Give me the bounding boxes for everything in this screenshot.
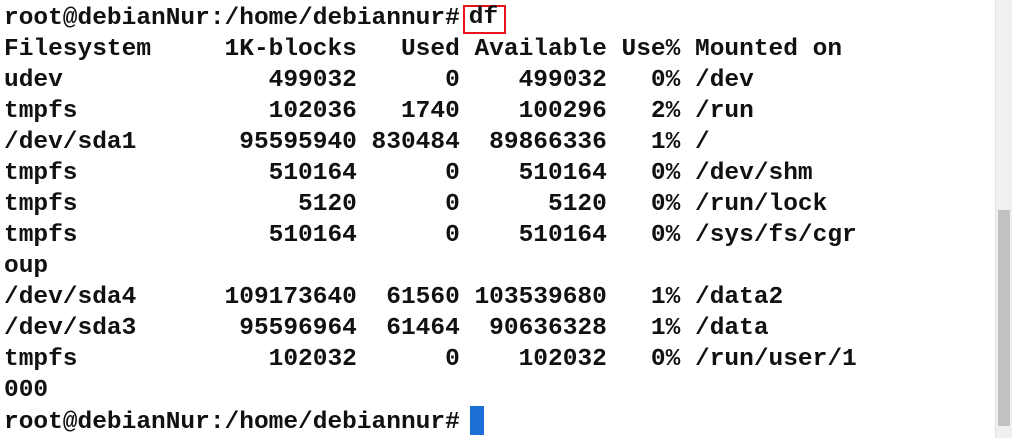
df-row: /dev/sda1 95595940 830484 89866336 1% / [4,129,710,156]
df-row: tmpfs 510164 0 510164 0% /dev/shm [4,160,813,187]
shell-prompt: root@debianNur:/home/debiannur# [4,5,460,32]
shell-prompt: root@debianNur:/home/debiannur# [4,409,460,436]
vertical-scrollbar[interactable] [995,0,1012,438]
text-cursor [469,406,484,435]
scrollbar-thumb[interactable] [998,210,1010,426]
df-row: udev 499032 0 499032 0% /dev [4,67,754,94]
df-row-wrap: oup [4,253,49,280]
df-row: /dev/sda4 109173640 61560 103539680 1% /… [4,284,784,311]
df-row: tmpfs 5120 0 5120 0% /run/lock [4,191,828,218]
command-line: root@debianNur:/home/debiannur# df [4,3,994,34]
df-row: tmpfs 102032 0 102032 0% /run/user/1 [4,346,857,373]
df-row: tmpfs 102036 1740 100296 2% /run [4,98,754,125]
command-highlight: df [462,4,507,34]
df-row: tmpfs 510164 0 510164 0% /sys/fs/cgr [4,222,857,249]
final-prompt-line[interactable]: root@debianNur:/home/debiannur# [4,406,994,437]
df-row-wrap: 000 [4,377,49,404]
command-text: df [468,4,499,31]
df-header: Filesystem 1K-blocks Used Available Use%… [4,36,843,63]
df-row: /dev/sda3 95596964 61464 90636328 1% /da… [4,315,769,342]
terminal-window[interactable]: root@debianNur:/home/debiannur# df Filesy… [0,0,1012,438]
terminal-output: root@debianNur:/home/debiannur# df Filesy… [4,3,994,437]
